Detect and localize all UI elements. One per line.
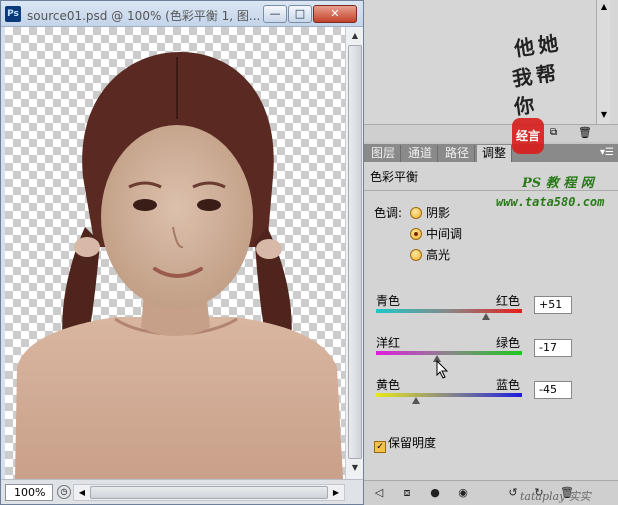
new-item-icon[interactable]: ⧉ [550,127,557,138]
panel-title: 色彩平衡 [370,170,419,184]
slider-left-label: 青色 [376,294,401,308]
radio-icon[interactable] [410,207,422,219]
mouse-cursor-icon [436,360,449,379]
scroll-right-icon[interactable]: ▶ [329,486,343,499]
radio-label: 高光 [426,248,451,262]
maximize-button[interactable]: □ [288,5,312,23]
tab-paths[interactable]: 路径 [440,145,476,162]
tab-adjustments[interactable]: 调整 [477,145,513,162]
close-button[interactable]: ✕ [313,5,357,23]
trash-icon[interactable]: 🗑 [578,126,592,139]
girl-portrait-image [15,52,343,479]
horizontal-scroll-thumb[interactable] [90,486,328,499]
status-bar: 100% ◷ ◀ ▶ [1,479,363,504]
radio-checked-icon[interactable] [410,228,422,240]
checkbox-label: 保留明度 [388,436,437,450]
radio-label: 中间调 [426,227,463,241]
upper-panel-scrollbar[interactable]: ▲ ▼ [596,0,610,124]
upper-panel: ▲ ▼ ⧉ 🗑 [364,0,618,142]
magenta-green-slider-track[interactable] [376,351,522,355]
horizontal-scrollbar[interactable]: ◀ ▶ [73,484,345,501]
color-balance-panel: 色彩平衡 色调: 阴影 中间调 高光 青色 红色 +51 洋红 绿色 -17 黄… [364,162,618,480]
checkbox-checked-icon[interactable]: ✓ [374,441,386,453]
footer-watermark: tataplay 实实 [520,490,591,503]
visibility-toggle-icon[interactable]: ● [428,486,442,500]
tone-label: 色调: [374,206,403,220]
view-previous-icon[interactable]: ↺ [506,486,520,500]
yellow-blue-value[interactable]: -45 [534,381,572,399]
radio-label: 阴影 [426,206,451,220]
scroll-up-icon[interactable]: ▲ [348,29,362,43]
vertical-scroll-thumb[interactable] [348,45,362,459]
calligraphy-watermark: 我帮 [510,61,558,91]
seal-stamp-logo: 经言 [512,118,544,154]
cyan-red-slider-track[interactable] [376,309,522,313]
calligraphy-watermark: 你 [512,92,536,120]
radio-icon[interactable] [410,249,422,261]
image-canvas[interactable] [5,27,345,479]
slider-handle[interactable] [412,397,421,404]
panel-tab-bar: 图层 通道 路径 调整 ▾☰ [364,144,618,162]
eye-icon[interactable]: ◉ [456,486,470,500]
zoom-level-field[interactable]: 100% [5,484,53,501]
status-menu-icon[interactable]: ◷ [57,485,71,499]
document-window: Ps source01.psd @ 100% (色彩平衡 1, 图... — □… [0,0,364,505]
vertical-scrollbar[interactable]: ▲ ▼ [345,27,363,479]
radio-midtones[interactable]: 中间调 [410,225,462,242]
yellow-blue-slider-track[interactable] [376,393,522,397]
slider-handle[interactable] [482,313,491,320]
scroll-down-icon[interactable]: ▼ [598,110,610,119]
document-title: source01.psd @ 100% (色彩平衡 1, 图... [27,9,261,23]
magenta-green-value[interactable]: -17 [534,339,572,357]
minimize-button[interactable]: — [263,5,287,23]
slider-right-label: 绿色 [496,336,521,350]
preserve-luminosity-checkbox[interactable]: ✓ 保留明度 [374,434,436,453]
clip-to-layer-icon[interactable]: ⧈ [400,486,414,500]
tab-channels[interactable]: 通道 [403,145,439,162]
back-arrow-icon[interactable]: ◁ [372,486,386,500]
url-watermark: www.tata580.com [496,195,605,209]
scroll-up-icon[interactable]: ▲ [598,2,610,11]
radio-highlights[interactable]: 高光 [410,246,450,263]
slider-left-label: 洋红 [376,336,401,350]
slider-right-label: 蓝色 [496,378,521,392]
slider-left-label: 黄色 [376,378,401,392]
cyan-red-value[interactable]: +51 [534,296,572,314]
document-titlebar[interactable]: Ps source01.psd @ 100% (色彩平衡 1, 图... — □… [1,1,363,27]
photoshop-icon: Ps [5,6,21,22]
scroll-down-icon[interactable]: ▼ [348,461,362,475]
tab-layers[interactable]: 图层 [366,145,402,162]
scroll-left-icon[interactable]: ◀ [75,486,89,499]
upper-panel-footer: ⧉ 🗑 [364,124,618,142]
slider-right-label: 红色 [496,294,521,308]
ps-tutorial-watermark: PS 教 程 网 [522,176,594,191]
panel-menu-icon[interactable]: ▾☰ [600,147,614,158]
right-panel-dock: ▲ ▼ ⧉ 🗑 图层 通道 路径 调整 ▾☰ 色彩平衡 色调: 阴影 中间调 高… [364,0,618,505]
radio-shadows[interactable]: 阴影 [410,204,450,221]
